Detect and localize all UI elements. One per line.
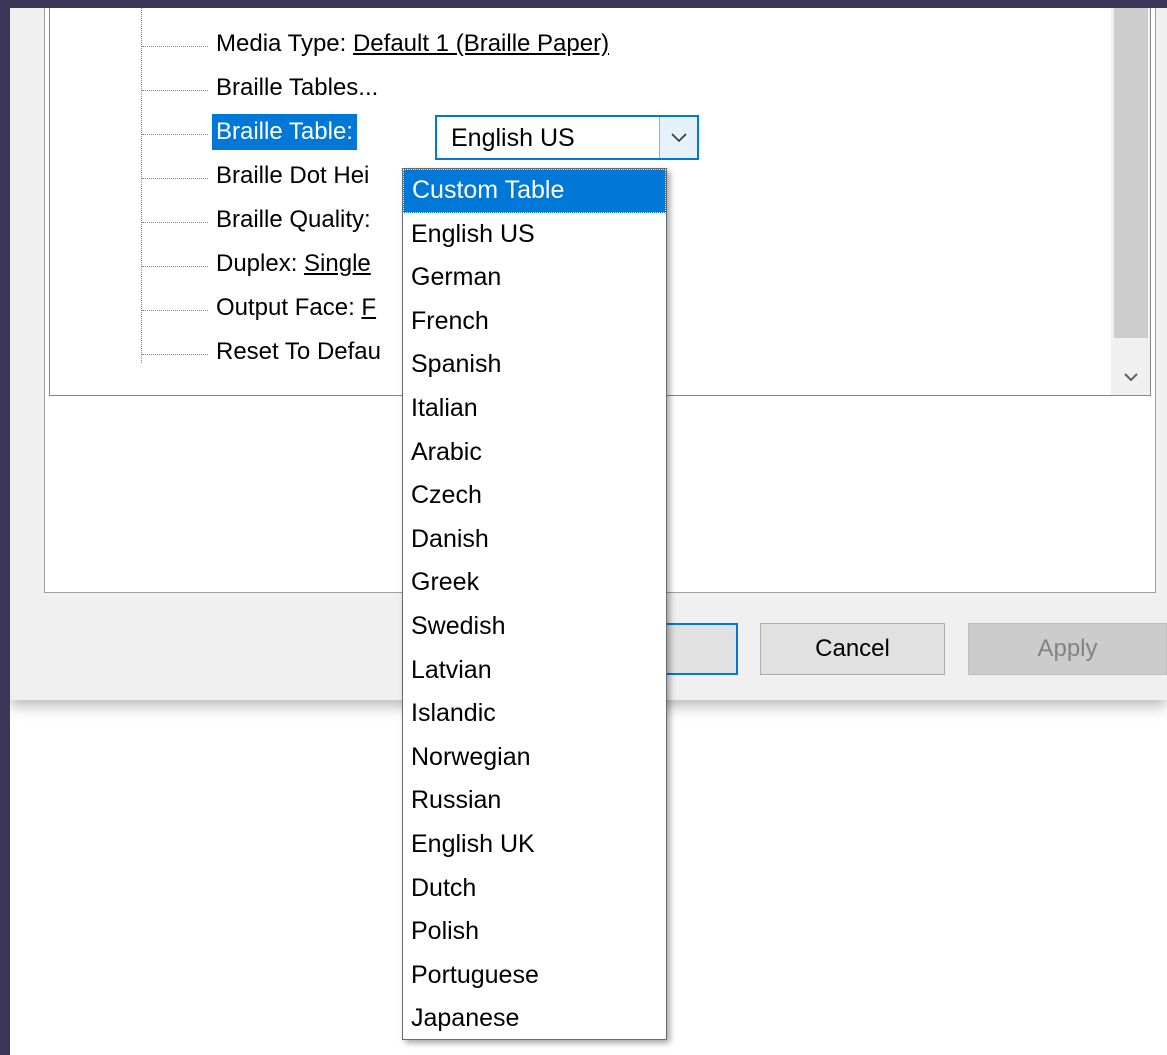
apply-button[interactable]: Apply bbox=[968, 623, 1167, 675]
cancel-button[interactable]: Cancel bbox=[760, 623, 945, 675]
combobox-selected-value: English US bbox=[451, 124, 575, 152]
tree-branch bbox=[142, 222, 208, 223]
dropdown-option[interactable]: Polish bbox=[403, 910, 666, 954]
dropdown-option[interactable]: Japanese bbox=[403, 997, 666, 1039]
chevron-down-icon bbox=[670, 132, 687, 142]
dropdown-option[interactable]: Dutch bbox=[403, 867, 666, 911]
dropdown-option[interactable]: Greek bbox=[403, 561, 666, 605]
output-face-value[interactable]: F bbox=[361, 294, 376, 321]
tree-branch bbox=[142, 90, 208, 91]
tree-branch bbox=[142, 134, 208, 135]
braille-tables-label: Braille Tables... bbox=[216, 74, 379, 101]
duplex-label: Duplex: Single bbox=[216, 250, 371, 277]
braille-quality-label: Braille Quality: bbox=[216, 206, 371, 233]
dropdown-option[interactable]: Custom Table bbox=[403, 169, 666, 213]
braille-table-label: Braille Table: bbox=[212, 114, 357, 150]
dropdown-option[interactable]: Danish bbox=[403, 518, 666, 562]
braille-table-combobox[interactable]: English US bbox=[435, 115, 699, 160]
tree-branch bbox=[142, 178, 208, 179]
dropdown-option[interactable]: Arabic bbox=[403, 431, 666, 475]
scroll-down-button[interactable] bbox=[1112, 359, 1150, 395]
dropdown-option[interactable]: Islandic bbox=[403, 692, 666, 736]
braille-table-dropdown-list[interactable]: Custom Table English US German French Spanis… bbox=[402, 168, 667, 1040]
tree-branch bbox=[142, 46, 208, 47]
combobox-dropdown-button[interactable] bbox=[659, 117, 697, 158]
scrollbar-thumb[interactable] bbox=[1114, 8, 1148, 338]
dropdown-option[interactable]: Norwegian bbox=[403, 736, 666, 780]
tree-branch bbox=[142, 310, 208, 311]
dropdown-option[interactable]: Russian bbox=[403, 779, 666, 823]
vertical-scrollbar[interactable] bbox=[1111, 8, 1150, 395]
dropdown-option[interactable]: English US bbox=[403, 213, 666, 257]
screen: Media Type: Default 1 (Braille Paper) Br… bbox=[10, 8, 1167, 1055]
tree-branch bbox=[142, 354, 208, 355]
dropdown-option[interactable]: French bbox=[403, 300, 666, 344]
dropdown-option[interactable]: Latvian bbox=[403, 649, 666, 693]
media-type-value[interactable]: Default 1 (Braille Paper) bbox=[353, 30, 609, 57]
dropdown-option[interactable]: Czech bbox=[403, 474, 666, 518]
tree-branch bbox=[142, 266, 208, 267]
tree-item-media-type[interactable]: Media Type: Default 1 (Braille Paper) bbox=[50, 24, 1050, 64]
braille-dot-height-label: Braille Dot Hei bbox=[216, 162, 370, 189]
dropdown-option[interactable]: Spanish bbox=[403, 343, 666, 387]
dropdown-option[interactable]: Italian bbox=[403, 387, 666, 431]
tree-item-braille-tables[interactable]: Braille Tables... bbox=[50, 68, 1050, 108]
output-face-label: Output Face: F bbox=[216, 294, 377, 321]
dropdown-option[interactable]: German bbox=[403, 256, 666, 300]
duplex-value[interactable]: Single bbox=[304, 250, 371, 277]
chevron-down-icon bbox=[1124, 373, 1138, 382]
media-type-label: Media Type: Default 1 (Braille Paper) bbox=[216, 30, 610, 57]
reset-to-defaults-label: Reset To Defau bbox=[216, 338, 381, 365]
dropdown-option[interactable]: Swedish bbox=[403, 605, 666, 649]
dropdown-option[interactable]: English UK bbox=[403, 823, 666, 867]
dropdown-option[interactable]: Portuguese bbox=[403, 954, 666, 998]
